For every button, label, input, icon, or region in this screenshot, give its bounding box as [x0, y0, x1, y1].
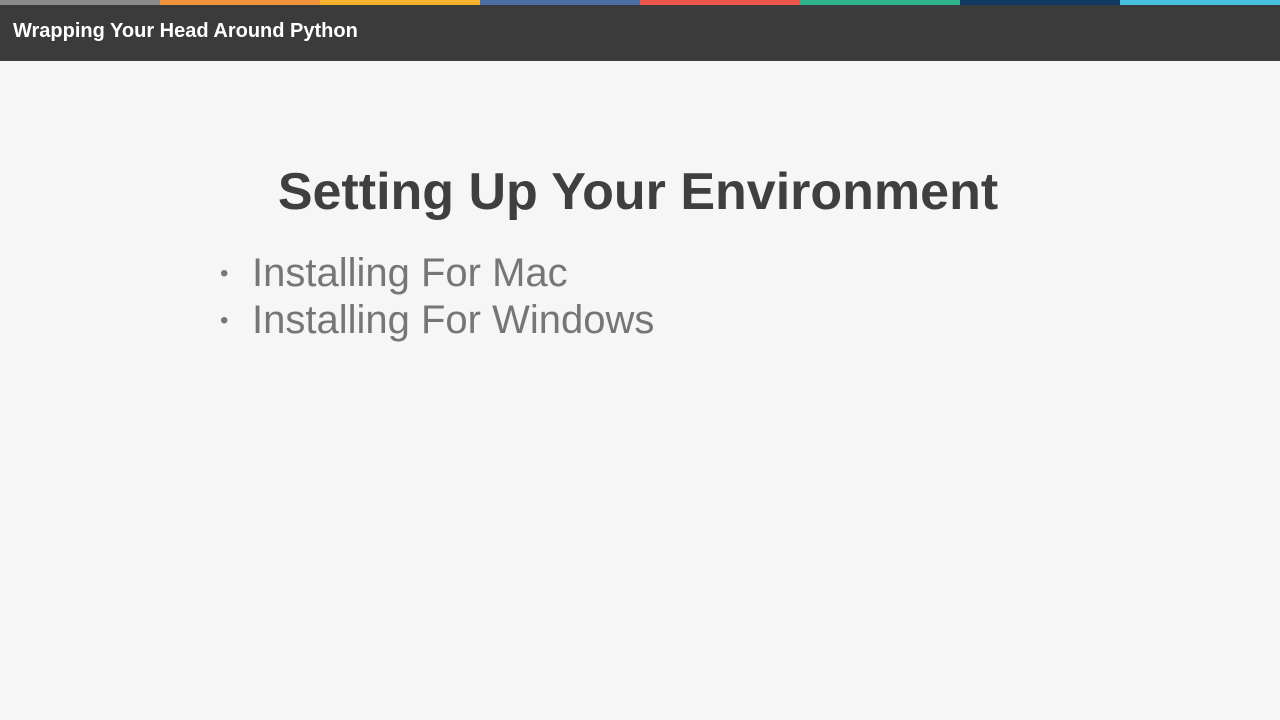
bullet-text: Installing For Windows	[252, 298, 655, 342]
slide-heading: Setting Up Your Environment	[277, 163, 999, 221]
bullet-icon: •	[220, 307, 229, 334]
bullet-icon: •	[220, 260, 229, 287]
course-title: Wrapping Your Head Around Python	[13, 20, 358, 42]
title-bar: Wrapping Your Head Around Python	[0, 5, 1280, 61]
slide: Wrapping Your Head Around Python Setting…	[0, 0, 1280, 720]
bullet-text: Installing For Mac	[252, 251, 568, 295]
